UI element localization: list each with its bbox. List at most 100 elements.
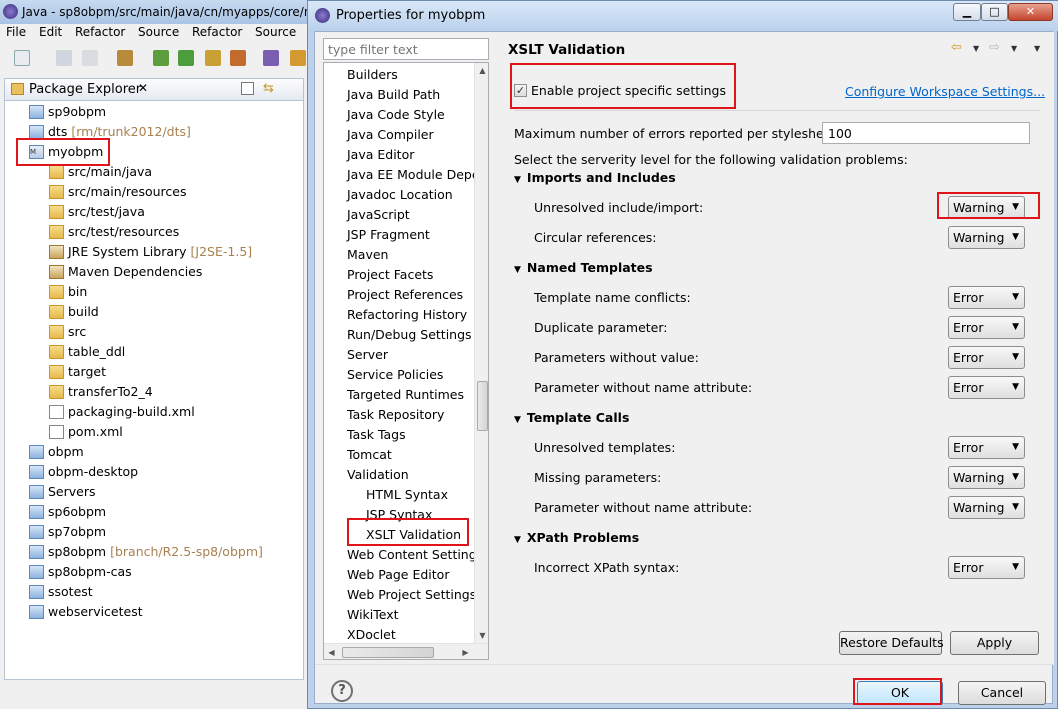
menu-refactor-2[interactable]: Refactor — [192, 25, 242, 39]
dropdown-arrow-icon[interactable]: ▼ — [1012, 497, 1019, 518]
dropdown-arrow-icon[interactable]: ▼ — [1012, 377, 1019, 398]
nav-item[interactable]: Builders — [347, 65, 398, 85]
scroll-right-icon[interactable]: ▶ — [458, 645, 473, 659]
scroll-down-icon[interactable]: ▼ — [475, 628, 488, 643]
nav-item[interactable]: JSP Fragment — [347, 225, 430, 245]
expand-triangle-icon[interactable]: ▼ — [514, 265, 521, 275]
menu-refactor[interactable]: Refactor — [75, 25, 125, 39]
nav-item[interactable]: Java Code Style — [347, 105, 445, 125]
nav-item[interactable]: Web Project Settings — [347, 585, 476, 605]
new-java-project-icon[interactable] — [263, 50, 279, 66]
nav-item[interactable]: Run/Debug Settings — [347, 325, 472, 345]
nav-item[interactable]: Targeted Runtimes — [347, 385, 464, 405]
dropdown-arrow-icon[interactable]: ▼ — [1012, 557, 1019, 578]
forward-icon[interactable]: ⇨ — [989, 40, 1000, 55]
dropdown-arrow-icon[interactable]: ▼ — [1012, 437, 1019, 458]
expand-triangle-icon[interactable]: ▼ — [514, 415, 521, 425]
section-header[interactable]: ▼ Named Templates — [514, 260, 653, 275]
configure-workspace-settings-link[interactable]: Configure Workspace Settings... — [845, 84, 1045, 99]
filter-input[interactable] — [323, 38, 489, 60]
nav-item[interactable]: Validation — [347, 465, 409, 485]
print-icon[interactable] — [82, 50, 98, 66]
nav-item[interactable]: Refactoring History — [347, 305, 467, 325]
nav-item[interactable]: HTML Syntax — [366, 485, 448, 505]
external-tools-icon[interactable] — [230, 50, 246, 66]
severity-select[interactable]: Warning ▼ — [948, 226, 1025, 249]
max-errors-input[interactable] — [822, 122, 1030, 144]
dropdown-arrow-icon[interactable]: ▼ — [1012, 347, 1019, 368]
package-explorer-tree[interactable]: sp9obpm dts [rm/trunk2012/dts] Mmyobpm s… — [4, 100, 304, 680]
new-package-icon[interactable] — [290, 50, 306, 66]
nav-horizontal-scrollbar[interactable]: ◀ ▶ — [324, 643, 488, 659]
property-page-tree[interactable]: Builders Java Build Path Java Code Style Ja… — [323, 62, 489, 660]
nav-item[interactable]: Java Editor — [347, 145, 414, 165]
save-icon[interactable] — [56, 50, 72, 66]
download-icon[interactable] — [117, 50, 133, 66]
severity-select[interactable]: Error ▼ — [948, 286, 1025, 309]
scroll-up-icon[interactable]: ▲ — [475, 63, 488, 78]
nav-item[interactable]: Javadoc Location — [347, 185, 453, 205]
nav-item[interactable]: XDoclet — [347, 625, 396, 645]
dropdown-arrow-icon[interactable]: ▼ — [1012, 467, 1019, 488]
link-with-editor-icon[interactable]: ⇆ — [263, 81, 274, 96]
dropdown-arrow-icon[interactable]: ▼ — [1012, 197, 1019, 218]
expand-triangle-icon[interactable]: ▼ — [514, 535, 521, 545]
checkbox-checked-icon[interactable]: ✓ — [514, 84, 527, 97]
scroll-left-icon[interactable]: ◀ — [324, 645, 339, 659]
run-icon[interactable] — [178, 50, 194, 66]
nav-item[interactable]: WikiText — [347, 605, 399, 625]
nav-item[interactable]: Project Facets — [347, 265, 433, 285]
nav-item[interactable]: Task Repository — [347, 405, 444, 425]
menu-source[interactable]: Source — [138, 25, 179, 39]
nav-item[interactable]: Web Content Settings — [347, 545, 483, 565]
back-icon[interactable]: ⇦ — [951, 40, 962, 55]
nav-hscroll-thumb[interactable] — [342, 647, 434, 658]
ok-button[interactable]: OK — [857, 681, 943, 705]
expand-triangle-icon[interactable]: ▼ — [514, 175, 521, 185]
nav-item[interactable]: Maven — [347, 245, 388, 265]
nav-item[interactable]: Tomcat — [347, 445, 392, 465]
menu-source-2[interactable]: Source — [255, 25, 296, 39]
nav-scroll-thumb[interactable] — [477, 381, 488, 431]
collapse-all-icon[interactable] — [241, 82, 254, 95]
section-header[interactable]: ▼ Template Calls — [514, 410, 629, 425]
nav-item[interactable]: Web Page Editor — [347, 565, 449, 585]
dropdown-arrow-icon[interactable]: ▼ — [1012, 317, 1019, 338]
new-icon[interactable] — [14, 50, 30, 66]
debug-icon[interactable] — [153, 50, 169, 66]
nav-item[interactable]: Server — [347, 345, 388, 365]
section-header[interactable]: ▼ Imports and Includes — [514, 170, 676, 185]
nav-item[interactable]: Java Build Path — [347, 85, 440, 105]
coverage-icon[interactable] — [205, 50, 221, 66]
close-window-button[interactable]: ✕ — [1008, 3, 1053, 21]
section-header[interactable]: ▼ XPath Problems — [514, 530, 639, 545]
menu-edit[interactable]: Edit — [39, 25, 62, 39]
dropdown-arrow-icon[interactable]: ▼ — [1012, 227, 1019, 248]
severity-select[interactable]: Error ▼ — [948, 316, 1025, 339]
severity-select[interactable]: Warning ▼ — [948, 496, 1025, 519]
nav-vertical-scrollbar[interactable]: ▲ ▼ — [474, 63, 488, 643]
apply-button[interactable]: Apply — [950, 631, 1039, 655]
forward-menu-icon[interactable]: ▼ — [1011, 44, 1017, 53]
cancel-button[interactable]: Cancel — [958, 681, 1046, 705]
severity-select[interactable]: Warning ▼ — [948, 196, 1025, 219]
nav-item[interactable]: Service Policies — [347, 365, 443, 385]
nav-item[interactable]: Task Tags — [347, 425, 406, 445]
nav-item[interactable]: Project References — [347, 285, 463, 305]
help-icon[interactable]: ? — [331, 680, 353, 702]
restore-defaults-button[interactable]: Restore Defaults — [839, 631, 944, 655]
minimize-button[interactable]: ▁ — [953, 3, 981, 21]
severity-select[interactable]: Error ▼ — [948, 376, 1025, 399]
package-explorer-tab[interactable]: Package Explorer ✕ ⇆ — [4, 78, 304, 100]
nav-item[interactable]: XSLT Validation — [366, 525, 461, 545]
severity-select[interactable]: Error ▼ — [948, 436, 1025, 459]
severity-select[interactable]: Warning ▼ — [948, 466, 1025, 489]
back-menu-icon[interactable]: ▼ — [973, 44, 979, 53]
nav-item[interactable]: Java EE Module Depe — [347, 165, 480, 185]
close-icon[interactable]: ✕ — [138, 81, 148, 95]
maximize-button[interactable]: □ — [981, 3, 1008, 21]
nav-item[interactable]: JSP Syntax — [366, 505, 432, 525]
severity-select[interactable]: Error ▼ — [948, 346, 1025, 369]
dropdown-arrow-icon[interactable]: ▼ — [1012, 287, 1019, 308]
menu-file[interactable]: File — [6, 25, 26, 39]
